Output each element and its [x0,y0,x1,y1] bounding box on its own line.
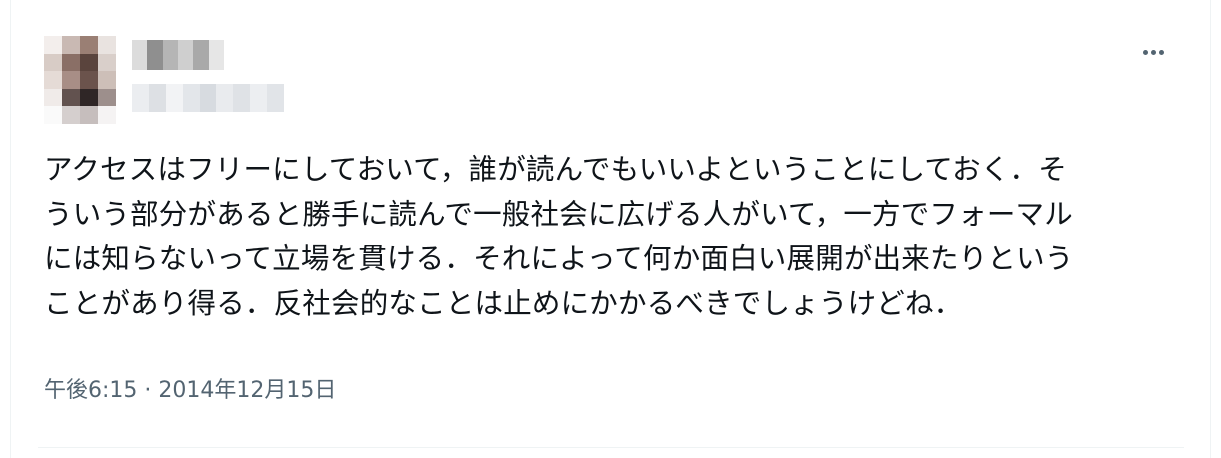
handle-blurred[interactable] [132,84,284,112]
tweet-date-link[interactable]: 2014年12月15日 [158,378,336,403]
divider [38,447,1184,448]
tweet-text-line: ことがあり得る．反社会的なことは止めにかかるべきでしょうけどね． [44,286,963,320]
tweet-text: アクセスはフリーにしておいて，誰が読んでもいいよということにしておく．そ ういう… [44,148,1184,326]
tweet-text-line: ういう部分があると勝手に読んで一般社会に広げる人がいて，一方でフォーマル [44,197,1073,231]
display-name-blurred[interactable] [132,40,224,70]
tweet-text-line: アクセスはフリーにしておいて，誰が読んでもいいよということにしておく．そ [44,153,1067,186]
more-horizontal-icon [1142,49,1148,55]
tweet-time-link[interactable]: 午後6:15 [44,378,137,403]
tweet-timestamp: 午後6:15 · 2014年12月15日 [44,372,336,404]
meta-separator: · [144,378,152,403]
tweet-text-line: には知らないって立場を貫ける．それによって何か面白い展開が出来たりという [44,242,1074,276]
more-options-button[interactable] [1136,40,1170,64]
avatar[interactable] [44,36,116,124]
